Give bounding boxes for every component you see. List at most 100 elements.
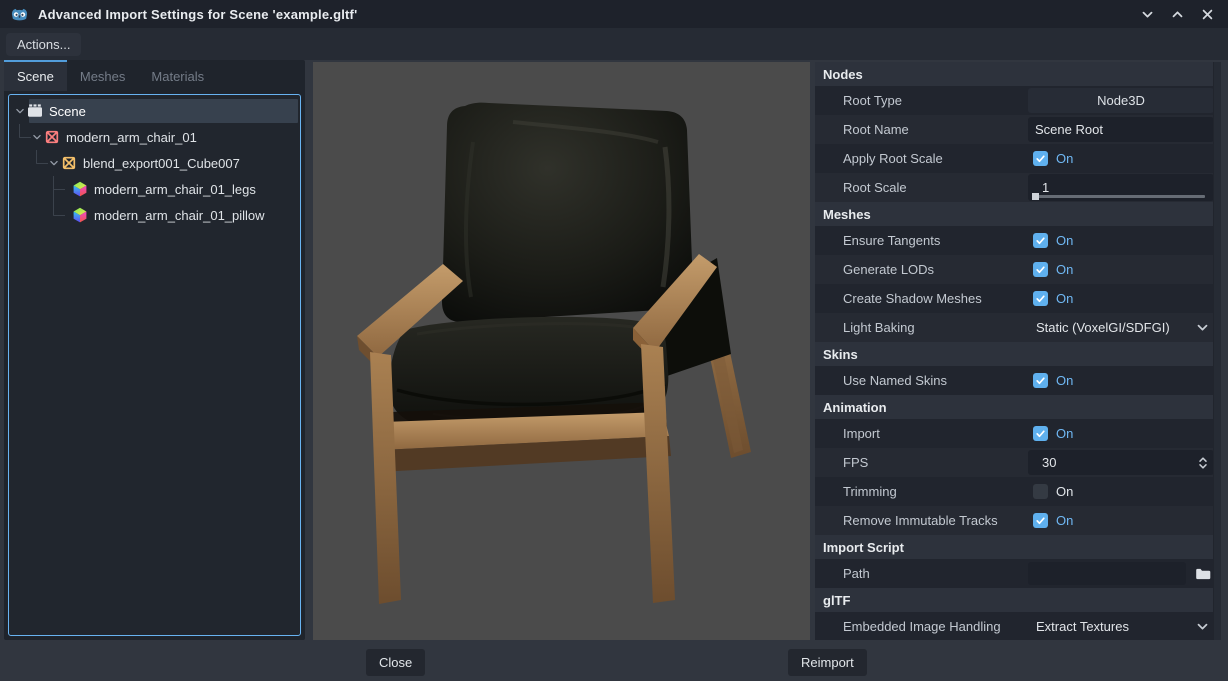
reimport-button[interactable]: Reimport	[788, 649, 867, 676]
bool-on-label: On	[1056, 513, 1073, 528]
tree-item-label: modern_arm_chair_01	[66, 130, 197, 145]
category-label: Skins	[815, 347, 858, 362]
tree-expand-icon[interactable]	[47, 156, 61, 170]
dropdown-selected-value: Static (VoxelGI/SDFGI)	[1036, 320, 1170, 335]
property-row-remove-immutable-tracks: Remove Immutable Tracks On	[815, 506, 1221, 535]
tree-item-modern-arm-chair-01-legs[interactable]: modern_arm_chair_01_legs	[9, 176, 300, 202]
property-label: Apply Root Scale	[815, 144, 1028, 173]
window-title: Advanced Import Settings for Scene 'exam…	[38, 7, 357, 22]
chair-preview	[313, 62, 810, 640]
tree-expand-icon[interactable]	[13, 104, 27, 118]
dropdown-selected-value: Extract Textures	[1036, 619, 1129, 634]
property-value-cell: On	[1028, 284, 1214, 313]
close-button[interactable]: Close	[366, 649, 425, 676]
use-named-skins-checkbox[interactable]: On	[1028, 373, 1073, 388]
category-skins: Skins	[815, 342, 1221, 366]
dropdown-chevron-icon	[1196, 321, 1209, 334]
category-label: Animation	[815, 400, 887, 415]
chevron-down-icon	[1141, 8, 1154, 21]
tab-materials[interactable]: Materials	[138, 60, 217, 91]
property-label: Generate LODs	[815, 255, 1028, 284]
tab-meshes[interactable]: Meshes	[67, 60, 139, 91]
title-bar: Advanced Import Settings for Scene 'exam…	[0, 0, 1228, 28]
import-checkbox[interactable]: On	[1028, 426, 1073, 441]
checkbox-checked-icon	[1033, 291, 1048, 306]
3d-preview-viewport[interactable]	[313, 62, 810, 640]
category-nodes: Nodes	[815, 62, 1221, 86]
bool-on-label: On	[1056, 151, 1073, 166]
category-gltf: glTF	[815, 588, 1221, 612]
slider-grabber[interactable]	[1032, 193, 1039, 200]
property-value-cell: 1	[1028, 173, 1214, 202]
scene-icon	[27, 103, 43, 119]
browse-path-button[interactable]	[1192, 563, 1214, 585]
property-row-ensure-tangents: Ensure Tangents On	[815, 226, 1221, 255]
checkbox-checked-icon	[1033, 233, 1048, 248]
property-label: Path	[815, 559, 1028, 588]
property-row-path: Path	[815, 559, 1221, 588]
bool-on-label: On	[1056, 291, 1073, 306]
bool-on-label: On	[1056, 233, 1073, 248]
generate-lods-checkbox[interactable]: On	[1028, 262, 1073, 277]
property-value-cell: On	[1028, 144, 1214, 173]
godot-logo-icon	[10, 6, 29, 22]
property-value-cell: 30	[1028, 448, 1214, 477]
property-value-cell: On	[1028, 477, 1214, 506]
property-row-light-baking: Light Baking Static (VoxelGI/SDFGI)	[815, 313, 1221, 342]
property-label: Root Name	[815, 115, 1028, 144]
bool-on-label: On	[1056, 484, 1073, 499]
ensure-tangents-checkbox[interactable]: On	[1028, 233, 1073, 248]
property-value-cell: On	[1028, 226, 1214, 255]
minimize-button[interactable]	[1141, 8, 1154, 21]
mesh-icon	[72, 207, 88, 223]
inspector-scrollbar[interactable]	[1213, 62, 1221, 640]
spinbox-updown-icon[interactable]	[1197, 455, 1209, 471]
category-label: Import Script	[815, 540, 904, 555]
create-shadow-meshes-checkbox[interactable]: On	[1028, 291, 1073, 306]
tree-item-label: modern_arm_chair_01_pillow	[94, 208, 265, 223]
tree-item-modern-arm-chair-01[interactable]: modern_arm_chair_01	[9, 124, 300, 150]
remove-immutable-tracks-checkbox[interactable]: On	[1028, 513, 1073, 528]
category-import-script: Import Script	[815, 535, 1221, 559]
property-label: Ensure Tangents	[815, 226, 1028, 255]
inspector-rows: NodesRoot TypeNode3DRoot NameScene RootA…	[815, 62, 1221, 640]
root-name-input[interactable]: Scene Root	[1028, 117, 1214, 142]
fps-spinbox[interactable]: 30	[1028, 450, 1214, 475]
tree-item-label: Scene	[49, 104, 86, 119]
category-label: Meshes	[815, 207, 871, 222]
mesh-icon	[72, 181, 88, 197]
checkbox-checked-icon	[1033, 373, 1048, 388]
tab-scene[interactable]: Scene	[4, 60, 67, 91]
root-type-button[interactable]: Node3D	[1028, 88, 1214, 113]
checkbox-unchecked-icon	[1033, 484, 1048, 499]
slider-value: 1	[1042, 180, 1049, 195]
actions-menu-button[interactable]: Actions...	[6, 33, 81, 56]
property-label: Remove Immutable Tracks	[815, 506, 1028, 535]
scene-tree[interactable]: Scene modern_arm_chair_01 blend_export001_…	[8, 94, 301, 636]
root-scale-slider[interactable]: 1	[1028, 174, 1214, 201]
tab-bar: SceneMeshesMaterials	[4, 60, 305, 91]
tree-item-modern-arm-chair-01-pillow[interactable]: modern_arm_chair_01_pillow	[9, 202, 300, 228]
trimming-checkbox[interactable]: On	[1028, 484, 1073, 499]
tree-item-blend-export001-cube007[interactable]: blend_export001_Cube007	[9, 150, 300, 176]
property-row-generate-lods: Generate LODsOn	[815, 255, 1221, 284]
tree-item-scene[interactable]: Scene	[9, 98, 300, 124]
category-animation: Animation	[815, 395, 1221, 419]
path-input[interactable]	[1028, 562, 1186, 585]
tree-expand-icon[interactable]	[30, 130, 44, 144]
menu-bar: Actions...	[0, 28, 1228, 60]
slider-track[interactable]	[1035, 195, 1205, 198]
chevron-up-icon	[1171, 8, 1184, 21]
property-value-cell: Extract Textures	[1028, 612, 1214, 640]
checkbox-checked-icon	[1033, 513, 1048, 528]
property-label: Light Baking	[815, 313, 1028, 342]
window-controls	[1141, 8, 1218, 21]
maximize-button[interactable]	[1171, 8, 1184, 21]
property-row-root-type: Root TypeNode3D	[815, 86, 1221, 115]
folder-icon	[1195, 566, 1211, 582]
close-button[interactable]	[1201, 8, 1214, 21]
tree-item-label: modern_arm_chair_01_legs	[94, 182, 256, 197]
light-baking-dropdown[interactable]: Static (VoxelGI/SDFGI)	[1028, 315, 1214, 340]
embedded-image-handling-dropdown[interactable]: Extract Textures	[1028, 614, 1214, 639]
apply-root-scale-checkbox[interactable]: On	[1028, 151, 1073, 166]
